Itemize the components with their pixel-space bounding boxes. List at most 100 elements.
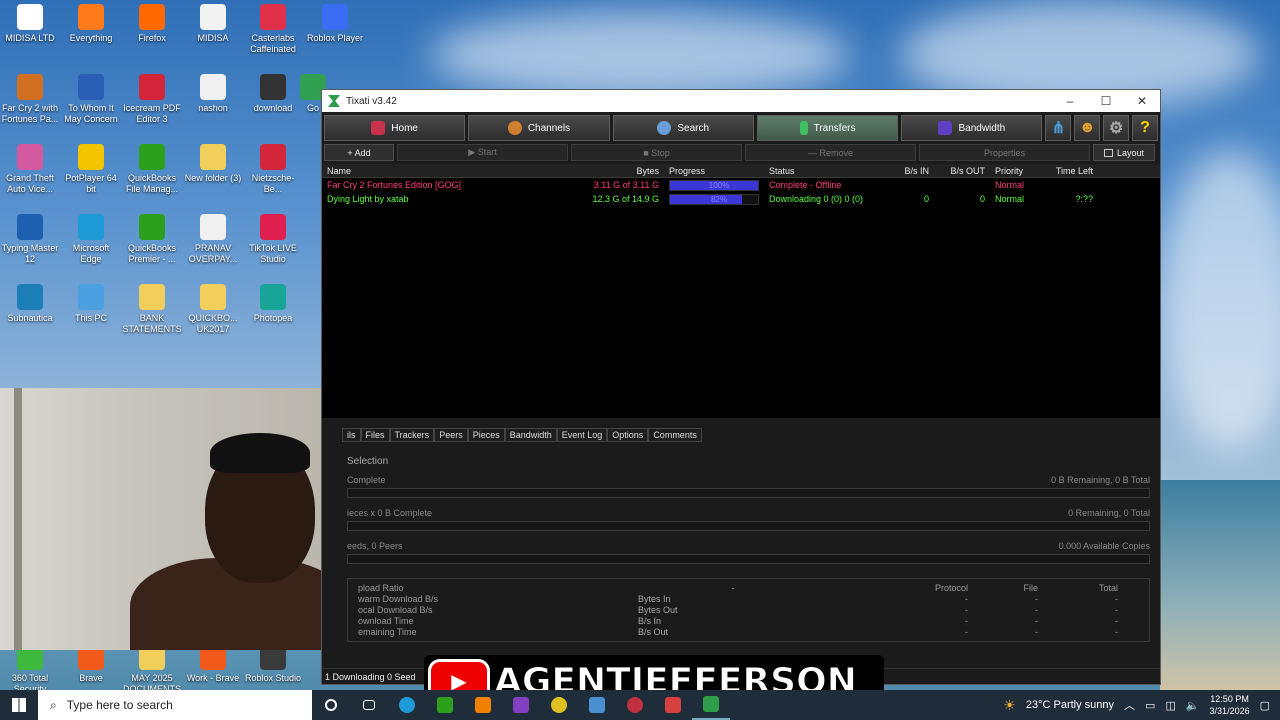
detail-tab[interactable]: Files — [360, 428, 390, 442]
nav-search-button[interactable]: Search — [612, 115, 754, 141]
stop-button[interactable]: ■ Stop — [571, 144, 742, 161]
app-icon — [260, 214, 286, 240]
col-bs-in[interactable]: B/s IN — [878, 166, 934, 176]
task-view-button[interactable] — [350, 690, 388, 720]
desktop-icon[interactable]: MIDISA — [183, 4, 243, 44]
desktop-icon[interactable]: Nietzsche-Be... — [243, 144, 303, 195]
col-bs-out[interactable]: B/s OUT — [934, 166, 990, 176]
quickbooks-icon — [437, 697, 453, 713]
detail-tab[interactable]: Pieces — [467, 428, 505, 442]
peers-button[interactable]: ☻ — [1074, 115, 1101, 141]
clock[interactable]: 12:50 PM 3/31/2026 — [1210, 693, 1250, 717]
desktop-icon[interactable]: nashon — [183, 74, 243, 114]
detail-tab[interactable]: Peers — [434, 428, 468, 442]
desktop-icon[interactable]: QuickBooks File Manag... — [122, 144, 182, 195]
detail-tab[interactable]: Bandwidth — [504, 428, 557, 442]
detail-tabs: ils Files Trackers Peers Pieces Bandwidth Even… — [322, 428, 1160, 442]
desktop-icon[interactable]: PotPlayer 64 bit — [61, 144, 121, 195]
taskbar-vlc[interactable] — [464, 690, 502, 720]
desktop-icon[interactable]: Microsoft Edge — [61, 214, 121, 265]
desktop-icon[interactable]: This PC — [61, 284, 121, 324]
detail-tab[interactable]: Event Log — [556, 428, 608, 442]
nav-channels-button[interactable]: Channels — [468, 115, 610, 141]
desktop-icon[interactable]: Grand Theft Auto Vice... — [0, 144, 60, 195]
minimize-button[interactable]: – — [1052, 94, 1088, 108]
table-row[interactable]: Dying Light by xatab 12.3 G of 14.9 G 82… — [322, 192, 1160, 206]
taskbar-app-purple[interactable] — [502, 690, 540, 720]
desktop-icon[interactable]: Everything — [61, 4, 121, 44]
help-button[interactable]: ? — [1132, 115, 1158, 141]
desktop-icon[interactable]: TikTok LIVE Studio — [243, 214, 303, 265]
maximize-button[interactable]: ☐ — [1088, 94, 1124, 108]
taskbar-chrome[interactable] — [540, 690, 578, 720]
taskbar-quickbooks[interactable] — [426, 690, 464, 720]
weather-text[interactable]: 23°C Partly sunny — [1026, 699, 1114, 711]
detail-tab[interactable]: Trackers — [389, 428, 435, 442]
desktop-icon[interactable]: QuickBooks Premier - ... — [122, 214, 182, 265]
col-status[interactable]: Status — [764, 166, 878, 176]
start-button[interactable]: ▶ Start — [397, 144, 568, 161]
nav-transfers-button[interactable]: Transfers — [756, 115, 899, 141]
row-priority: Normal — [995, 194, 1025, 204]
remove-button[interactable]: — Remove — [745, 144, 916, 161]
desktop-icon[interactable]: Typing Master 12 — [0, 214, 60, 265]
detail-tab[interactable]: Options — [607, 428, 649, 442]
desktop-icon[interactable]: Roblox Studio — [243, 644, 303, 684]
desktop-icon[interactable]: BANK STATEMENTS — [122, 284, 182, 335]
desktop-icon[interactable]: To Whom It May Concern — [61, 74, 121, 125]
stat-label: B/s In — [638, 616, 662, 626]
nav-bandwidth-button[interactable]: Bandwidth — [901, 115, 1043, 141]
taskbar-app-red[interactable] — [616, 690, 654, 720]
desktop-icon-label: MIDISA LTD — [5, 33, 55, 43]
desktop-icon[interactable]: Subnautica — [0, 284, 60, 324]
desktop-icon[interactable]: PRANAV OVERPAY... — [183, 214, 243, 265]
notification-icon[interactable]: ▢ — [1260, 699, 1270, 712]
progress-bar: 82% — [669, 193, 759, 205]
transfer-list[interactable]: Far Cry 2 Fortunes Edition [GOG] 3.11 G … — [322, 178, 1160, 418]
nav-home-button[interactable]: Home — [324, 115, 466, 141]
col-bytes[interactable]: Bytes — [502, 166, 664, 176]
desktop-icon[interactable]: Work - Brave — [183, 644, 243, 684]
table-row[interactable]: Far Cry 2 Fortunes Edition [GOG] 3.11 G … — [322, 178, 1160, 192]
layout-button[interactable]: Layout — [1093, 144, 1155, 161]
properties-button[interactable]: Properties — [919, 144, 1090, 161]
col-priority[interactable]: Priority — [990, 166, 1038, 176]
desktop-icon[interactable]: QUICKBO... UK2017 — [183, 284, 243, 335]
col-time-left[interactable]: Time Left — [1038, 166, 1098, 176]
add-button[interactable]: + Add — [324, 144, 394, 161]
desktop-icon[interactable]: MAY 2025 DOCUMENTS — [122, 644, 182, 695]
desktop-icon[interactable]: Photopea — [243, 284, 303, 324]
chevron-up-icon[interactable]: ︿ — [1124, 697, 1135, 713]
detail-tab[interactable]: ils — [342, 428, 361, 442]
volume-icon[interactable]: 🔈 — [1186, 699, 1200, 712]
title-bar[interactable]: Tixati v3.42 – ☐ ✕ — [322, 90, 1160, 112]
tixati-window: Tixati v3.42 – ☐ ✕ Home Channels Search … — [321, 89, 1161, 685]
cortana-button[interactable] — [312, 690, 350, 720]
taskbar-explorer[interactable] — [578, 690, 616, 720]
desktop-icon-label: Grand Theft Auto Vice... — [6, 173, 54, 194]
taskbar-edge[interactable] — [388, 690, 426, 720]
desktop-icon-label: Icecream PDF Editor 3 — [123, 103, 181, 124]
desktop-icon[interactable]: Casterlabs Caffeinated — [243, 4, 303, 55]
desktop-icon[interactable]: Icecream PDF Editor 3 — [122, 74, 182, 125]
share-button[interactable]: ⋔ — [1045, 115, 1072, 141]
desktop-icon[interactable]: Roblox Player — [305, 4, 365, 44]
settings-button[interactable]: ⚙ — [1103, 115, 1130, 141]
detail-tab[interactable]: Comments — [648, 428, 702, 442]
desktop-icon[interactable]: 360 Total Security — [0, 644, 60, 695]
close-button[interactable]: ✕ — [1124, 94, 1160, 108]
desktop-icon[interactable]: Far Cry 2 with Fortunes Pa... — [0, 74, 60, 125]
desktop-icon[interactable]: Firefox — [122, 4, 182, 44]
desktop-icon[interactable]: New folder (3) — [183, 144, 243, 184]
taskbar-search[interactable]: ⌕ Type here to search — [38, 690, 312, 720]
network-icon[interactable]: ◫ — [1165, 699, 1175, 712]
transfer-list-header: Name Bytes Progress Status B/s IN B/s OU… — [322, 164, 1160, 178]
col-name[interactable]: Name — [322, 166, 502, 176]
taskbar-brave[interactable] — [654, 690, 692, 720]
col-progress[interactable]: Progress — [664, 166, 764, 176]
monitor-icon[interactable]: ▭ — [1145, 699, 1155, 712]
desktop-icon[interactable]: Brave — [61, 644, 121, 684]
taskbar-tixati[interactable] — [692, 690, 730, 720]
desktop-icon[interactable]: MIDISA LTD — [0, 4, 60, 44]
start-button[interactable] — [0, 690, 38, 720]
